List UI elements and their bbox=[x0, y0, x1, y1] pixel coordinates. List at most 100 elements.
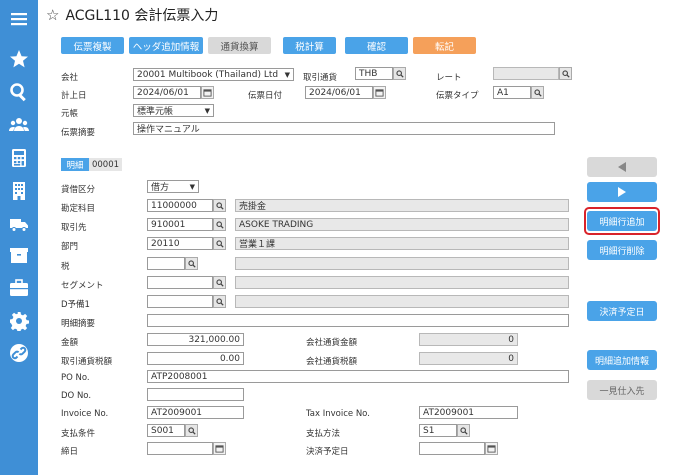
line-extra-info-button[interactable]: 明細追加情報 bbox=[587, 350, 657, 370]
copy-voucher-button[interactable]: 伝票複製 bbox=[61, 37, 124, 54]
partner-search-icon[interactable] bbox=[213, 218, 226, 231]
tax-invoice-input[interactable]: AT2009001 bbox=[419, 406, 518, 419]
currency-convert-button[interactable]: 通貨換算 bbox=[208, 37, 271, 54]
page-title: ☆ ACGL110 会計伝票入力 bbox=[46, 5, 218, 25]
header-extra-info-button[interactable]: ヘッダ追加情報 bbox=[129, 37, 203, 54]
tab-detail[interactable]: 明細 bbox=[61, 158, 89, 171]
pay-terms-input[interactable]: S001 bbox=[147, 424, 185, 437]
do-label: DO No. bbox=[61, 391, 92, 401]
dc-select[interactable]: 借方 ▼ bbox=[147, 180, 199, 193]
account-code-input[interactable]: 11000000 bbox=[147, 199, 213, 212]
partner-name-field: ASOKE TRADING bbox=[235, 218, 569, 231]
dept-code-input[interactable]: 20110 bbox=[147, 237, 213, 250]
reserve-name-field bbox=[235, 295, 569, 308]
currency-search-icon[interactable] bbox=[393, 67, 406, 80]
amount-input[interactable]: 321,000.00 bbox=[147, 333, 244, 346]
arrow-right-icon bbox=[618, 187, 626, 197]
menu-icon[interactable] bbox=[8, 8, 30, 30]
main-content: ☆ ACGL110 会計伝票入力 伝票複製 ヘッダ追加情報 通貨換算 税計算 確… bbox=[38, 0, 688, 475]
tax-amount-input[interactable]: 0.00 bbox=[147, 352, 244, 365]
tab-detail-number[interactable]: 00001 bbox=[89, 158, 122, 171]
truck-icon[interactable] bbox=[8, 213, 30, 235]
tax-search-icon[interactable] bbox=[185, 257, 198, 270]
doc-type-search-icon[interactable] bbox=[531, 86, 544, 99]
po-input[interactable]: ATP2008001 bbox=[147, 370, 569, 383]
star-icon[interactable] bbox=[8, 48, 30, 70]
pay-method-search-icon[interactable] bbox=[457, 424, 470, 437]
doc-date-label: 伝票日付 bbox=[248, 91, 283, 101]
company-amount-field: 0 bbox=[419, 333, 518, 346]
posting-date-label: 計上日 bbox=[61, 91, 87, 101]
dc-select-value: 借方 bbox=[151, 183, 170, 193]
do-input[interactable] bbox=[147, 388, 244, 401]
company-select-value: 20001 Multibook (Thailand) Ltd bbox=[137, 69, 279, 80]
link-icon[interactable] bbox=[8, 342, 30, 364]
due-input[interactable] bbox=[147, 442, 213, 455]
line-summary-label: 明細摘要 bbox=[61, 319, 96, 329]
calculator-icon[interactable] bbox=[8, 147, 30, 169]
due-calendar-icon[interactable] bbox=[213, 442, 226, 455]
pay-method-label: 支払方法 bbox=[306, 429, 341, 439]
line-summary-input[interactable] bbox=[147, 314, 569, 327]
settle-label: 決済予定日 bbox=[306, 447, 349, 457]
users-icon[interactable] bbox=[8, 114, 30, 136]
gear-icon[interactable] bbox=[8, 310, 30, 332]
favorite-star-icon[interactable]: ☆ bbox=[46, 6, 59, 24]
confirm-button[interactable]: 確認 bbox=[345, 37, 408, 54]
settle-input[interactable] bbox=[419, 442, 485, 455]
account-search-icon[interactable] bbox=[213, 199, 226, 212]
settle-calendar-icon[interactable] bbox=[485, 442, 498, 455]
add-line-button[interactable]: 明細行追加 bbox=[587, 211, 657, 231]
rate-label: レート bbox=[436, 73, 462, 83]
chevron-down-icon: ▼ bbox=[284, 70, 290, 79]
delete-line-button[interactable]: 明細行削除 bbox=[587, 240, 657, 260]
posting-date-input[interactable]: 2024/06/01 bbox=[133, 86, 201, 99]
settle-date-button[interactable]: 決済予定日 bbox=[587, 301, 657, 321]
search-icon[interactable] bbox=[8, 81, 30, 103]
dept-name-field: 営業１課 bbox=[235, 237, 569, 250]
segment-name-field bbox=[235, 276, 569, 289]
pay-method-input[interactable]: S1 bbox=[419, 424, 457, 437]
next-line-button[interactable] bbox=[587, 182, 657, 202]
doc-type-input[interactable]: A1 bbox=[493, 86, 531, 99]
briefcase-icon[interactable] bbox=[8, 277, 30, 299]
box-icon[interactable] bbox=[8, 244, 30, 266]
chevron-down-icon: ▼ bbox=[189, 182, 195, 191]
currency-input[interactable]: THB bbox=[355, 67, 393, 80]
account-name-field: 売掛金 bbox=[235, 199, 569, 212]
ledger-label: 元帳 bbox=[61, 109, 79, 119]
company-tax-label: 会社通貨税額 bbox=[306, 357, 358, 367]
prev-line-button[interactable] bbox=[587, 157, 657, 177]
rate-input[interactable] bbox=[493, 67, 559, 80]
ledger-select[interactable]: 標準元帳 ▼ bbox=[133, 104, 214, 117]
post-button[interactable]: 転記 bbox=[413, 37, 476, 54]
company-amount-label: 会社通貨金額 bbox=[306, 338, 358, 348]
building-icon[interactable] bbox=[8, 180, 30, 202]
tax-name-field bbox=[235, 257, 569, 270]
pay-terms-search-icon[interactable] bbox=[185, 424, 198, 437]
segment-label: セグメント bbox=[61, 281, 104, 291]
segment-search-icon[interactable] bbox=[213, 276, 226, 289]
doc-date-calendar-icon[interactable] bbox=[373, 86, 386, 99]
doc-date-input[interactable]: 2024/06/01 bbox=[305, 86, 373, 99]
segment-input[interactable] bbox=[147, 276, 213, 289]
account-label: 勘定科目 bbox=[61, 204, 96, 214]
partner-label: 取引先 bbox=[61, 223, 87, 233]
reserve-input[interactable] bbox=[147, 295, 213, 308]
invoice-input[interactable]: AT2009001 bbox=[147, 406, 244, 419]
reserve-label: D予備1 bbox=[61, 300, 90, 310]
posting-date-calendar-icon[interactable] bbox=[201, 86, 214, 99]
summary-input[interactable]: 操作マニュアル bbox=[133, 122, 555, 135]
tax-calc-button[interactable]: 税計算 bbox=[283, 37, 336, 54]
one-time-vendor-button[interactable]: 一見仕入先 bbox=[587, 380, 657, 400]
rate-search-icon[interactable] bbox=[559, 67, 572, 80]
page-title-text: ACGL110 会計伝票入力 bbox=[65, 8, 219, 24]
company-select[interactable]: 20001 Multibook (Thailand) Ltd ▼ bbox=[133, 68, 294, 81]
tax-invoice-label: Tax Invoice No. bbox=[306, 409, 370, 419]
summary-label: 伝票摘要 bbox=[61, 128, 96, 138]
dept-search-icon[interactable] bbox=[213, 237, 226, 250]
reserve-search-icon[interactable] bbox=[213, 295, 226, 308]
sidebar bbox=[0, 0, 38, 475]
partner-code-input[interactable]: 910001 bbox=[147, 218, 213, 231]
tax-input[interactable] bbox=[147, 257, 185, 270]
